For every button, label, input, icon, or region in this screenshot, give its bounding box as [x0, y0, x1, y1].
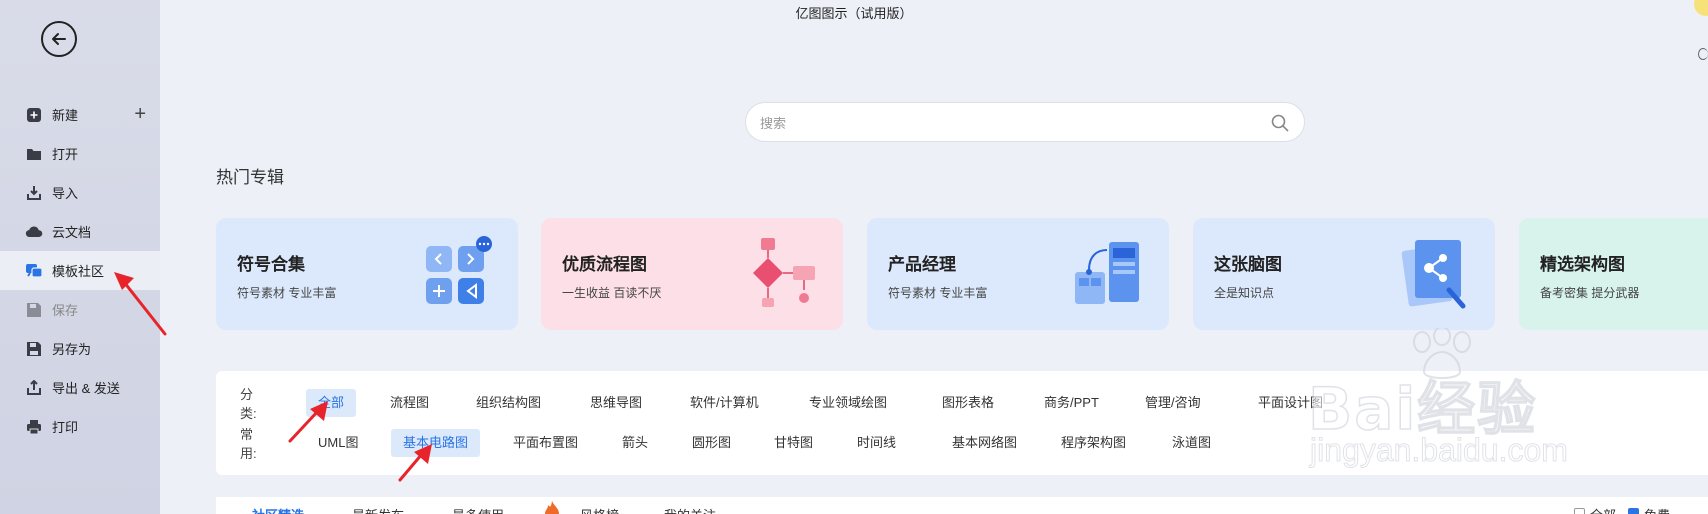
- filter-free-label: 免费: [1644, 505, 1670, 514]
- common-arrow[interactable]: 箭头: [610, 429, 660, 457]
- category-management[interactable]: 管理/咨询: [1133, 389, 1213, 417]
- search-icon[interactable]: [1270, 113, 1290, 133]
- album-card-mind-map[interactable]: 这张脑图 全是知识点: [1193, 218, 1495, 330]
- save-icon: [25, 301, 43, 319]
- card-subtitle: 符号素材 专业丰富: [237, 286, 337, 300]
- sidebar-item-label: 导出 & 发送: [52, 381, 120, 396]
- content-tabs: 社区精选 最新发布 最多使用 风格榜 我的关注 全部 免费: [216, 497, 1708, 514]
- category-mind-map[interactable]: 思维导图: [578, 389, 654, 417]
- album-card-flowchart[interactable]: 优质流程图 一生收益 百读不厌: [541, 218, 843, 330]
- tab-latest[interactable]: 最新发布: [352, 505, 404, 514]
- category-graphic-design[interactable]: 平面设计图: [1246, 389, 1335, 417]
- fire-icon: [545, 501, 559, 514]
- annotation-arrow-icon: [288, 401, 328, 443]
- symbols-illustration-icon: [426, 236, 492, 304]
- common-label: 常用:: [240, 427, 257, 461]
- card-title: 这张脑图: [1214, 255, 1282, 274]
- card-subtitle: 一生收益 百读不厌: [562, 286, 662, 300]
- category-label: 分类:: [240, 387, 257, 421]
- card-title: 优质流程图: [562, 255, 647, 274]
- export-icon: [25, 379, 43, 397]
- sidebar-item-print[interactable]: 打印: [0, 407, 160, 446]
- card-subtitle: 全是知识点: [1214, 286, 1275, 300]
- help-icon[interactable]: [1698, 48, 1708, 60]
- sidebar: 新建 + 打开 导入 云文档 模板社区 保存 另存为 导出 & 发送 打印: [0, 0, 160, 514]
- category-graphic-table[interactable]: 图形表格: [930, 389, 1006, 417]
- arrow-left-icon: [52, 33, 66, 45]
- category-org-chart[interactable]: 组织结构图: [464, 389, 553, 417]
- sidebar-item-label: 模板社区: [52, 264, 105, 279]
- sidebar-item-label: 云文档: [52, 225, 92, 240]
- mind-map-illustration-icon: [1401, 240, 1466, 309]
- add-icon[interactable]: +: [134, 104, 146, 124]
- sidebar-item-label: 打印: [52, 420, 79, 435]
- tab-style-ranking[interactable]: 风格榜: [580, 505, 619, 514]
- tab-following[interactable]: 我的关注: [664, 505, 716, 514]
- folder-icon: [25, 145, 43, 163]
- card-title: 精选架构图: [1540, 255, 1625, 274]
- category-flowchart[interactable]: 流程图: [378, 389, 441, 417]
- card-subtitle: 备考密集 提分武器: [1540, 286, 1640, 300]
- search-input[interactable]: [760, 113, 1240, 133]
- sidebar-item-open[interactable]: 打开: [0, 134, 160, 173]
- card-title: 产品经理: [888, 255, 956, 274]
- filter-all-label: 全部: [1590, 505, 1616, 514]
- printer-icon: [25, 418, 43, 436]
- common-timeline[interactable]: 时间线: [845, 429, 908, 457]
- tab-most-used[interactable]: 最多使用: [452, 505, 504, 514]
- category-filter-panel: 分类: 全部 流程图 组织结构图 思维导图 软件/计算机 专业领域绘图 图形表格…: [216, 371, 1708, 475]
- save-as-icon: [25, 340, 43, 358]
- cloud-icon: [25, 223, 43, 241]
- window-title: 亿图图示（试用版）: [795, 6, 913, 21]
- product-manager-illustration-icon: [1075, 242, 1139, 304]
- plus-square-icon: [25, 106, 43, 124]
- sidebar-item-import[interactable]: 导入: [0, 173, 160, 212]
- common-swimlane[interactable]: 泳道图: [1160, 429, 1223, 457]
- search-box[interactable]: [745, 102, 1305, 142]
- card-subtitle: 符号素材 专业丰富: [888, 286, 988, 300]
- album-card-architecture[interactable]: 精选架构图 备考密集 提分武器: [1519, 218, 1708, 330]
- hot-albums-title: 热门专辑: [216, 168, 284, 187]
- category-business-ppt[interactable]: 商务/PPT: [1032, 389, 1111, 417]
- template-community-icon: [25, 262, 43, 280]
- sidebar-item-label: 保存: [52, 303, 79, 318]
- annotation-arrow-icon: [114, 272, 167, 336]
- card-title: 符号合集: [237, 255, 305, 274]
- sidebar-item-label: 新建: [52, 108, 79, 123]
- common-circle[interactable]: 圆形图: [680, 429, 743, 457]
- common-gantt[interactable]: 甘特图: [762, 429, 825, 457]
- back-button[interactable]: [41, 21, 77, 57]
- tab-community-picks[interactable]: 社区精选: [252, 505, 304, 514]
- common-floor-plan[interactable]: 平面布置图: [501, 429, 590, 457]
- sidebar-item-label: 打开: [52, 147, 79, 162]
- sidebar-item-new[interactable]: 新建 +: [0, 95, 160, 134]
- sidebar-item-export[interactable]: 导出 & 发送: [0, 368, 160, 407]
- album-card-product-manager[interactable]: 产品经理 符号素材 专业丰富: [867, 218, 1169, 330]
- sidebar-item-label: 导入: [52, 186, 79, 201]
- filter-all-checkbox[interactable]: [1574, 508, 1585, 514]
- import-icon: [25, 184, 43, 202]
- filter-free-checkbox[interactable]: [1628, 508, 1639, 514]
- category-professional[interactable]: 专业领域绘图: [797, 389, 899, 417]
- common-basic-network[interactable]: 基本网络图: [940, 429, 1029, 457]
- sidebar-item-cloud[interactable]: 云文档: [0, 212, 160, 251]
- common-program-architecture[interactable]: 程序架构图: [1049, 429, 1138, 457]
- sidebar-item-label: 另存为: [52, 342, 92, 357]
- flowchart-illustration-icon: [753, 238, 815, 307]
- album-card-symbols[interactable]: 符号合集 符号素材 专业丰富: [216, 218, 518, 330]
- category-software[interactable]: 软件/计算机: [678, 389, 771, 417]
- annotation-arrow-icon: [398, 444, 432, 482]
